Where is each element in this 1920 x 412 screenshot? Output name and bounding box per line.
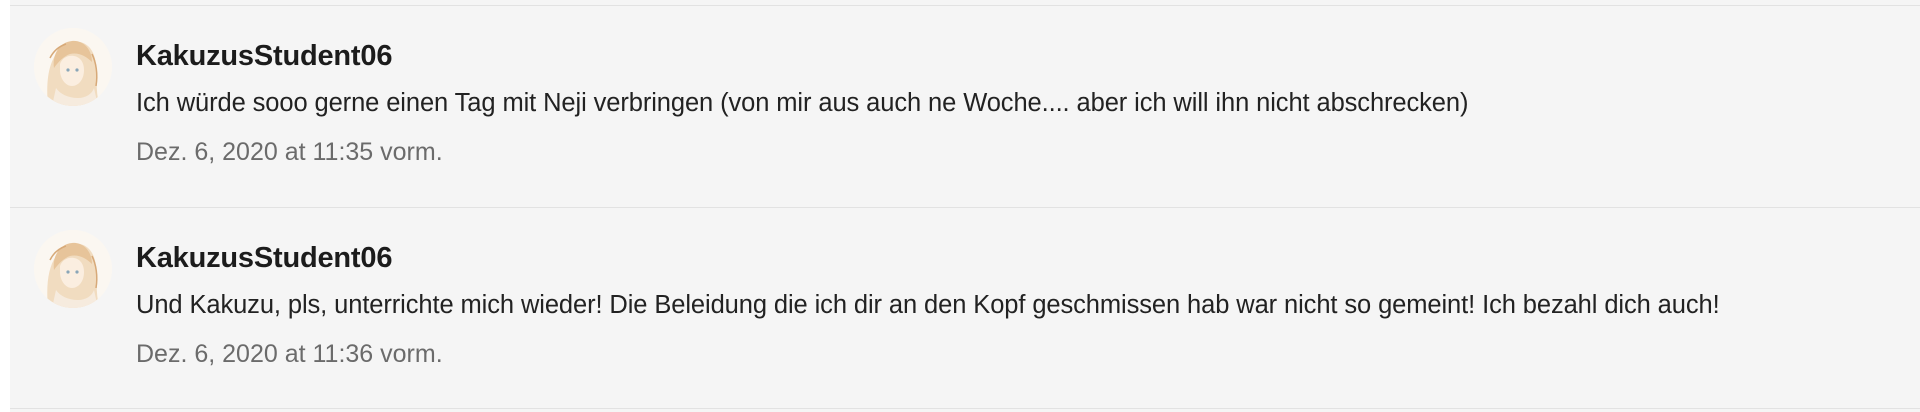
comment-text: Ich würde sooo gerne einen Tag mit Neji … <box>136 89 1469 117</box>
anime-character-avatar-icon <box>34 230 112 308</box>
anime-character-avatar-icon <box>34 28 112 106</box>
comment-list: KakuzusStudent06 Ich würde sooo gerne ei… <box>10 0 1920 412</box>
comment-date[interactable]: Dez. 6, 2020 at 11:35 vorm. <box>136 138 443 167</box>
comment-text: Und Kakuzu, pls, unterrichte mich wieder… <box>136 291 1720 319</box>
avatar[interactable] <box>34 230 112 308</box>
avatar[interactable] <box>34 28 112 106</box>
comment-item: KakuzusStudent06 Ich würde sooo gerne ei… <box>10 5 1920 207</box>
comment-item: KakuzusStudent06 Und Kakuzu, pls, unterr… <box>10 207 1920 409</box>
comment-author[interactable]: KakuzusStudent06 <box>136 40 392 73</box>
comment-date[interactable]: Dez. 6, 2020 at 11:36 vorm. <box>136 340 443 369</box>
comment-author[interactable]: KakuzusStudent06 <box>136 242 392 275</box>
